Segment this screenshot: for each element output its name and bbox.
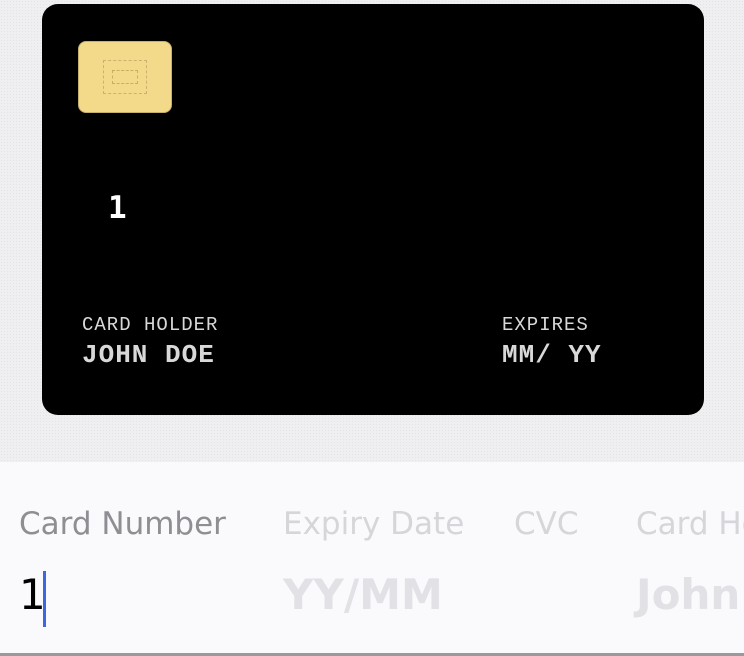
chip-icon <box>78 41 172 113</box>
card-holder-value: JOHN DOE <box>82 340 215 370</box>
card-number-label: Card Number <box>19 506 226 542</box>
expiry-date-label: Expiry Date <box>283 506 465 542</box>
card-number-display: 1 <box>108 190 127 226</box>
expires-value: MM/ YY <box>502 340 602 370</box>
card-holder-label: CARD HOLDER <box>82 314 219 336</box>
expires-label: EXPIRES <box>502 314 589 336</box>
credit-card-preview: 1 CARD HOLDER JOHN DOE EXPIRES MM/ YY <box>42 4 704 415</box>
card-preview-area: 1 CARD HOLDER JOHN DOE EXPIRES MM/ YY <box>0 0 744 462</box>
cvc-label: CVC <box>514 506 579 542</box>
card-form: Card Number 1 Expiry Date YY/MM CVC Card… <box>0 462 744 656</box>
expiry-date-field[interactable]: YY/MM <box>283 570 443 619</box>
card-holder-field-label: Card Holder <box>636 506 744 542</box>
card-number-field[interactable]: 1 <box>19 570 46 619</box>
text-cursor <box>43 571 46 627</box>
card-holder-field[interactable]: John Doe <box>636 570 744 619</box>
